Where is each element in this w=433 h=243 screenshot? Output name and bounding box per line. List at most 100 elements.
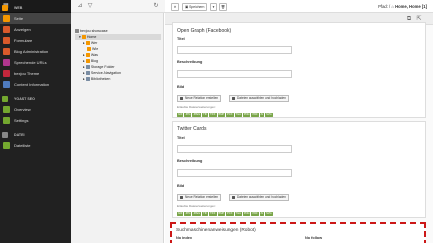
info-icon (3, 81, 10, 88)
tree-node-bibliotheken[interactable]: ▸ Bibliotheken (83, 76, 110, 82)
add-relation-icon (179, 97, 183, 100)
module-item-settings[interactable]: Settings (0, 115, 71, 126)
extension-badge: PNG (242, 212, 251, 216)
blog-icon (3, 48, 10, 55)
refresh-icon[interactable]: ↻ (152, 2, 160, 10)
form-icon (3, 37, 10, 44)
field-label-bild: Bild (177, 85, 185, 89)
extension-badge: PNG (242, 113, 251, 117)
web-icon (2, 4, 8, 11)
module-item-blog-administration[interactable]: Blog Administration (0, 46, 71, 57)
folder-icon (85, 76, 90, 81)
folder-icon (85, 64, 90, 69)
panel-title: Suchmaschinenanweisungen (Robot) (176, 228, 256, 233)
module-item-overview[interactable]: Overview (0, 104, 71, 115)
extension-badge: AI (259, 113, 265, 117)
page-icon (85, 40, 90, 45)
field-label-bild: Bild (177, 184, 185, 188)
file-icon (2, 131, 8, 138)
settings-icon (3, 117, 10, 124)
extension-badge: TGA (234, 212, 242, 216)
field-label-titel: Titel (177, 136, 185, 140)
panel-title: Open Graph (Facebook) (177, 28, 232, 34)
extension-badge: BMP (217, 113, 226, 117)
open-graph-panel: Open Graph (Facebook) Titel Beschreibung… (172, 22, 426, 118)
save-dropdown-button[interactable]: ▾ (210, 3, 217, 11)
twitter-new-relation-button[interactable]: Neue Relation erstellen (177, 194, 222, 201)
chevron-right-icon: ▸ (83, 65, 85, 69)
extension-badge: AI (259, 212, 265, 216)
no-follow-label: No follow (305, 236, 323, 240)
extension-badge: TIFF (209, 212, 217, 216)
allowed-extensions-label: Erlaubte Dateierweiterungen: (177, 204, 216, 208)
extension-badge: TGA (234, 113, 242, 117)
delete-button[interactable]: 🗑 (219, 3, 227, 11)
page-icon (87, 46, 91, 51)
globe-icon (75, 28, 79, 33)
extension-badge: PDF (251, 113, 259, 117)
document-area: ✕ ▣ Speichern ▾ 🗑 Pfad: / ⌂ Home, Home [… (165, 0, 433, 243)
extension-badges: GIF JPG JPEG TIF TIFF BMP PCX TGA PNG PDF AI SVG (177, 111, 274, 117)
module-item-content-information[interactable]: Content Information (0, 79, 71, 90)
og-new-relation-button[interactable]: Neue Relation erstellen (177, 95, 222, 102)
panel-title: Twitter Cards (177, 126, 207, 132)
extension-badge: PCX (226, 212, 234, 216)
section-yoast-seo[interactable]: ▾ YOAST SEO (0, 94, 71, 104)
extension-badge: BMP (217, 212, 226, 216)
extension-badge: TIF (202, 212, 209, 216)
module-item-sprechende-urls[interactable]: Sprechende URLs (0, 57, 71, 68)
doc-toolbar: ✕ ▣ Speichern ▾ 🗑 Pfad: / ⌂ Home, Home [… (165, 0, 433, 13)
og-select-files-button[interactable]: Dateien auswählen und hochladen (229, 95, 289, 102)
filter-icon[interactable]: ⊿ (76, 2, 84, 10)
extension-badge: TIFF (209, 113, 217, 117)
filelist-icon (3, 142, 10, 149)
funnel-icon[interactable]: ▽ (86, 2, 94, 10)
twitter-description-input[interactable] (177, 169, 292, 177)
extension-badge: PCX (226, 113, 234, 117)
overview-icon (3, 106, 10, 113)
page-icon (85, 52, 90, 57)
extension-badge: PDF (251, 212, 259, 216)
extension-badge: JPEG (192, 212, 202, 216)
module-item-dateiliste[interactable]: Dateiliste (0, 140, 71, 151)
module-item-theme[interactable]: bexjou Theme (0, 68, 71, 79)
module-item-anzeigen[interactable]: Anzeigen (0, 24, 71, 35)
extension-badge: JPG (184, 212, 192, 216)
chevron-right-icon: ▸ (83, 53, 85, 57)
extension-badge: GIF (177, 212, 184, 216)
urls-icon (3, 59, 10, 66)
twitter-cards-panel: Twitter Cards Titel Beschreibung Bild Ne… (172, 121, 426, 218)
no-index-label: No index (176, 236, 193, 240)
home-icon: ⌂ (391, 4, 394, 9)
og-title-input[interactable] (177, 46, 292, 54)
page-icon (81, 34, 86, 39)
chevron-right-icon: ▸ (83, 71, 85, 75)
chevron-down-icon: ▾ (79, 35, 81, 39)
extension-badge: GIF (177, 113, 184, 117)
module-item-seite[interactable]: Seite (0, 13, 71, 24)
module-item-formulare[interactable]: Formulare (0, 35, 71, 46)
view-icon (3, 26, 10, 33)
folder-icon (85, 70, 90, 75)
theme-icon (3, 70, 10, 77)
twitter-select-files-button[interactable]: Dateien auswählen und hochladen (229, 194, 289, 201)
field-label-titel: Titel (177, 37, 185, 41)
page-icon (85, 58, 90, 63)
chevron-right-icon: ▸ (83, 59, 85, 63)
field-label-beschreibung: Beschreibung (177, 159, 203, 163)
chevron-right-icon: ▸ (83, 77, 85, 81)
yoast-icon (2, 95, 8, 102)
save-button[interactable]: ▣ Speichern (182, 3, 208, 11)
close-button[interactable]: ✕ (171, 3, 179, 11)
extension-badges: GIF JPG JPEG TIF TIFF BMP PCX TGA PNG PDF AI SVG (177, 210, 274, 216)
robots-panel: Suchmaschinenanweisungen (Robot) No inde… (170, 222, 426, 243)
section-datei[interactable]: ▾ DATEI (0, 130, 71, 140)
field-label-beschreibung: Beschreibung (177, 60, 203, 64)
page-icon (3, 15, 10, 22)
extension-badge: SVG (265, 212, 273, 216)
section-web[interactable]: ▾ WEB (0, 3, 71, 13)
twitter-title-input[interactable] (177, 145, 292, 153)
og-description-input[interactable] (177, 70, 292, 78)
extension-badge: TIF (202, 113, 209, 117)
extension-badge: SVG (265, 113, 273, 117)
